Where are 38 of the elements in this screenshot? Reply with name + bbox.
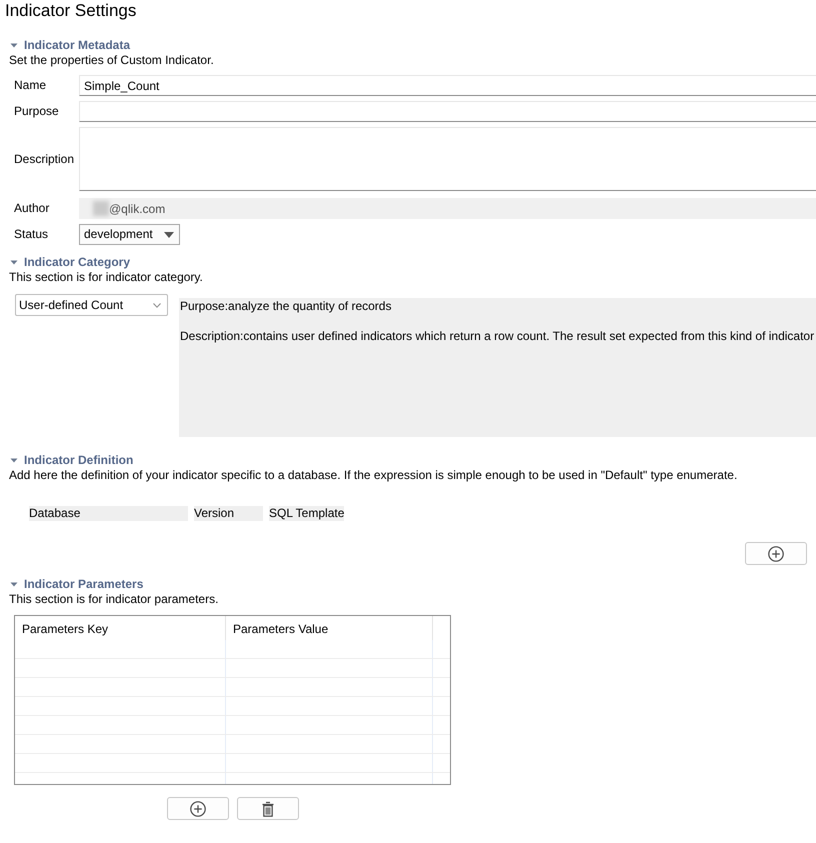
read-only-field[interactable]: @qlik.com xyxy=(79,198,816,219)
text-field[interactable]: Simple_Count xyxy=(79,75,816,96)
column-header: Database xyxy=(29,506,188,521)
section-title[interactable]: Indicator Definition xyxy=(24,453,134,468)
status-dropdown[interactable]: development xyxy=(79,224,180,245)
column-header: Parameters Key xyxy=(15,616,226,640)
caret-icon[interactable] xyxy=(10,582,18,587)
field-label: Name xyxy=(14,78,48,93)
caret-icon[interactable] xyxy=(10,43,18,48)
info-text: Description:contains user defined indicators which return a row count. The result set expected from this kind of indicator xyxy=(180,329,816,344)
section-description: Add here the definition of your indicator specific to a database. If the expression is simple enough to be used in "Default" type enumerate. xyxy=(9,468,738,483)
caret-icon[interactable] xyxy=(10,260,18,265)
section-description: Set the properties of Custom Indicator. xyxy=(9,53,215,68)
section-title[interactable]: Indicator Parameters xyxy=(24,577,144,592)
column-header: Version xyxy=(194,506,263,521)
column-header: SQL Template xyxy=(269,506,344,521)
chevron-down-icon xyxy=(153,302,161,308)
dropdown-arrow-icon xyxy=(164,232,174,238)
info-text: Purpose:analyze the quantity of records xyxy=(180,299,392,314)
plus-circle-icon xyxy=(190,800,206,816)
field-label: Purpose xyxy=(14,104,60,119)
section-description: This section is for indicator category. xyxy=(9,270,204,285)
section-title[interactable]: Indicator Metadata xyxy=(24,38,130,53)
add-button[interactable] xyxy=(745,542,807,565)
add-button[interactable] xyxy=(166,797,228,820)
category-dropdown[interactable]: User-defined Count xyxy=(15,294,168,316)
section-title[interactable]: Indicator Category xyxy=(24,255,130,270)
page-title: Indicator Settings xyxy=(5,0,138,22)
column-header: Parameters Value xyxy=(226,616,433,640)
caret-icon[interactable] xyxy=(10,458,18,463)
field-label: Description xyxy=(14,152,76,166)
text-field[interactable] xyxy=(79,101,816,122)
field-label: Author xyxy=(14,201,50,216)
plus-circle-icon xyxy=(768,546,784,562)
section-description: This section is for indicator parameters. xyxy=(9,592,220,607)
field-label: Status xyxy=(14,227,50,242)
trash-icon xyxy=(262,800,274,816)
delete-button[interactable] xyxy=(236,797,298,820)
